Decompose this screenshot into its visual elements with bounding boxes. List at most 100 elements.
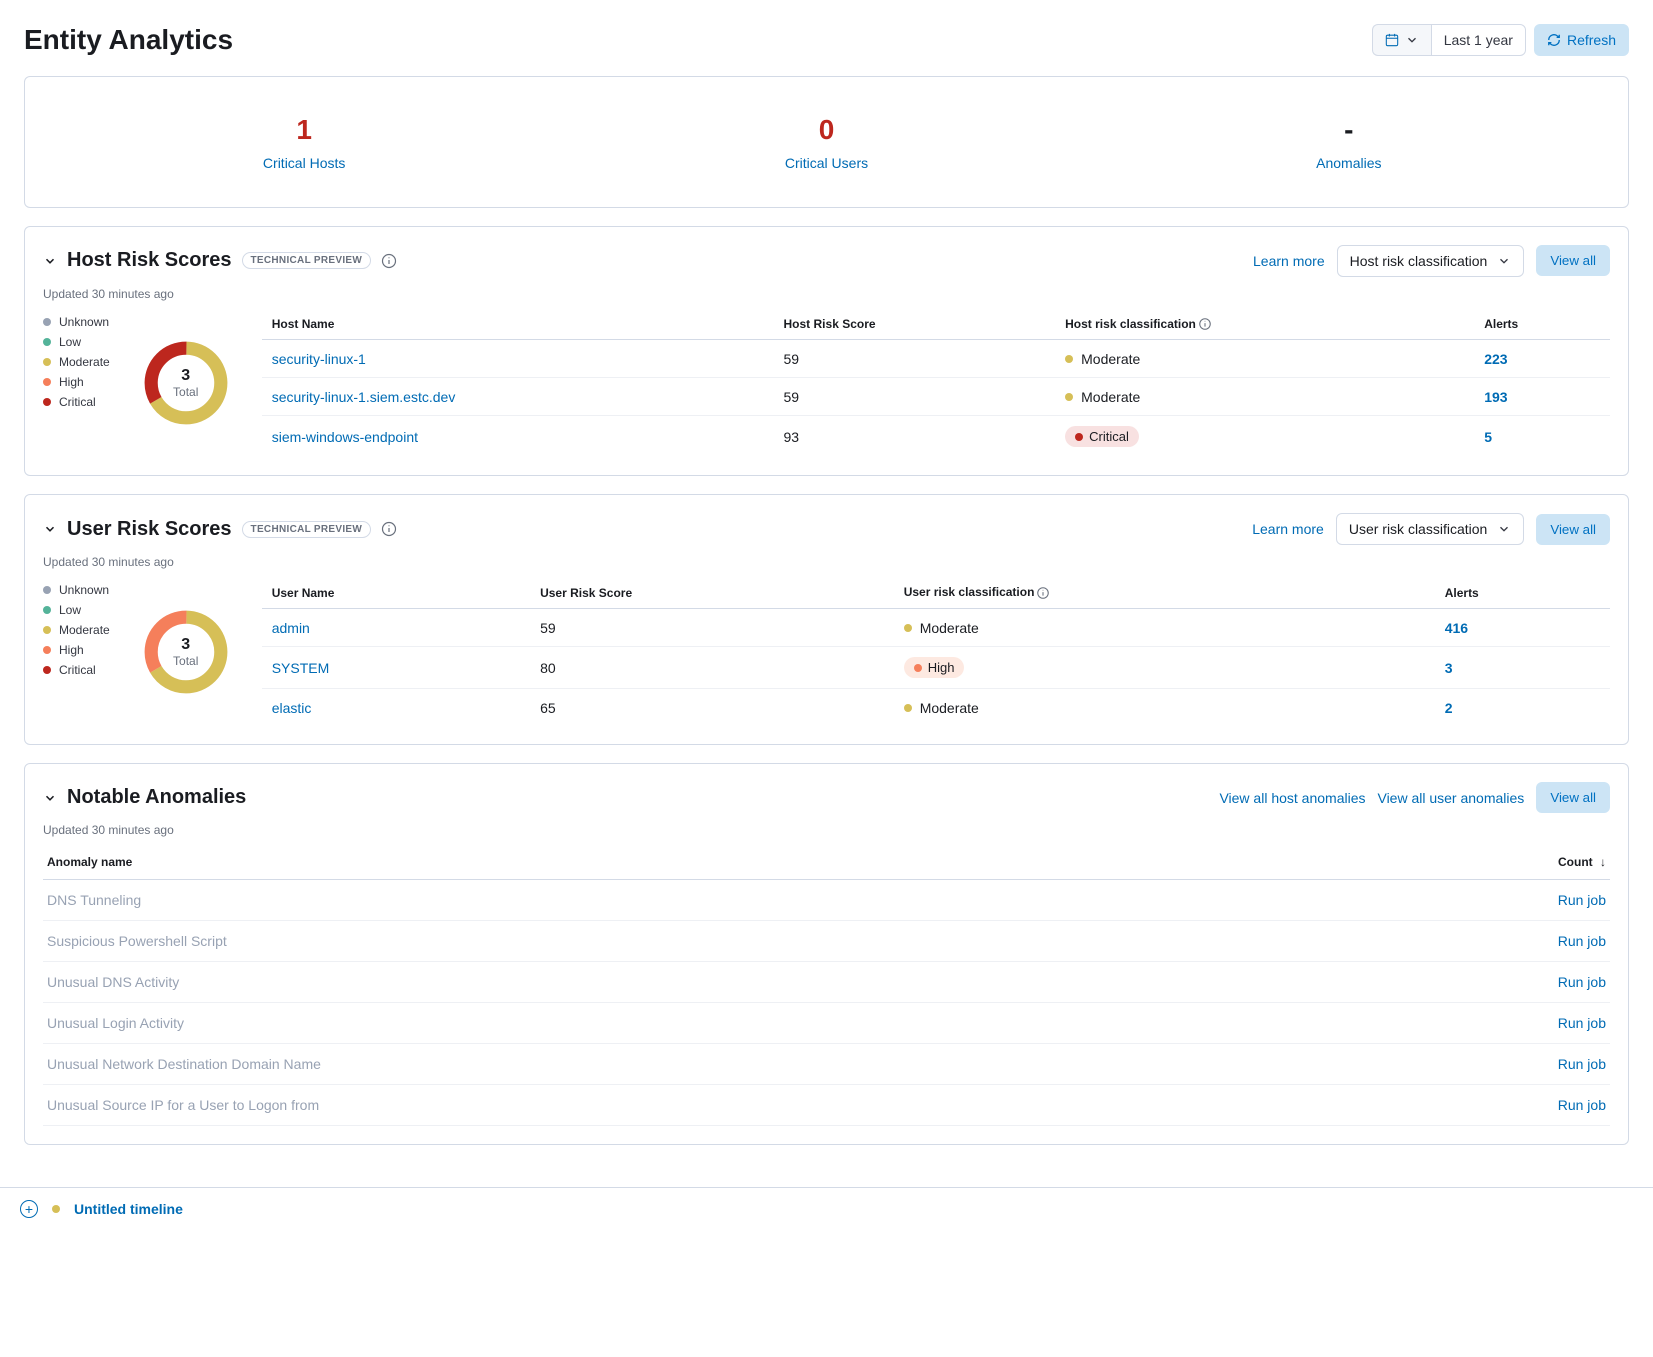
table-row: Unusual Login ActivityRun job bbox=[43, 1003, 1610, 1044]
legend-dot bbox=[43, 378, 51, 386]
run-job-link[interactable]: Run job bbox=[1558, 933, 1606, 949]
info-icon[interactable] bbox=[1198, 317, 1212, 331]
kpi-value: 1 bbox=[43, 113, 565, 147]
collapse-toggle[interactable] bbox=[43, 791, 57, 805]
kpi-critical-hosts-link[interactable]: Critical Hosts bbox=[43, 155, 565, 171]
alerts-cell: 2 bbox=[1435, 689, 1610, 727]
entity-name-link[interactable]: siem-windows-endpoint bbox=[262, 416, 774, 458]
run-job-link[interactable]: Run job bbox=[1558, 1015, 1606, 1031]
legend-item[interactable]: Low bbox=[43, 603, 110, 617]
legend-dot bbox=[43, 626, 51, 634]
entity-name-link[interactable]: security-linux-1 bbox=[262, 340, 774, 378]
view-host-anomalies-link[interactable]: View all host anomalies bbox=[1219, 790, 1365, 806]
entity-name-link[interactable]: elastic bbox=[262, 689, 530, 727]
view-all-button[interactable]: View all bbox=[1536, 245, 1610, 276]
legend-item[interactable]: Unknown bbox=[43, 315, 110, 329]
run-job-link[interactable]: Run job bbox=[1558, 974, 1606, 990]
view-user-anomalies-link[interactable]: View all user anomalies bbox=[1377, 790, 1524, 806]
date-range-label[interactable]: Last 1 year bbox=[1431, 24, 1526, 56]
table-row: Unusual DNS ActivityRun job bbox=[43, 962, 1610, 1003]
col-host-class[interactable]: Host risk classification bbox=[1055, 309, 1474, 340]
kpi-anomalies-link[interactable]: Anomalies bbox=[1088, 155, 1610, 171]
legend-label: Unknown bbox=[59, 315, 109, 329]
section-header: Notable Anomalies View all host anomalie… bbox=[43, 782, 1610, 813]
chevron-down-icon bbox=[1497, 254, 1511, 268]
alerts-link[interactable]: 416 bbox=[1445, 620, 1468, 636]
run-job-link[interactable]: Run job bbox=[1558, 1056, 1606, 1072]
col-host-score[interactable]: Host Risk Score bbox=[774, 309, 1056, 340]
classification-badge: Moderate bbox=[904, 700, 979, 716]
donut-total: 3 bbox=[173, 636, 198, 654]
col-host-alerts[interactable]: Alerts bbox=[1474, 309, 1610, 340]
table-row: siem-windows-endpoint93Critical5 bbox=[262, 416, 1610, 458]
kpi-critical-users-link[interactable]: Critical Users bbox=[565, 155, 1087, 171]
view-all-button[interactable]: View all bbox=[1536, 782, 1610, 813]
legend-item[interactable]: Low bbox=[43, 335, 110, 349]
info-icon[interactable] bbox=[381, 253, 397, 269]
date-range-calendar-button[interactable] bbox=[1372, 24, 1431, 56]
page-header: Entity Analytics Last 1 year Refresh bbox=[24, 24, 1629, 56]
alerts-cell: 223 bbox=[1474, 340, 1610, 378]
host-risk-title: Host Risk Scores bbox=[67, 249, 232, 272]
collapse-toggle[interactable] bbox=[43, 522, 57, 536]
col-anomaly-name[interactable]: Anomaly name bbox=[43, 845, 1349, 880]
col-anomaly-count[interactable]: Count ↓ bbox=[1349, 845, 1610, 880]
legend-dot bbox=[43, 318, 51, 326]
user-classification-select[interactable]: User risk classification bbox=[1336, 513, 1524, 545]
classification-badge: Critical bbox=[1065, 426, 1139, 447]
legend: Unknown Low Moderate High Critical bbox=[43, 577, 110, 726]
alerts-link[interactable]: 193 bbox=[1484, 389, 1507, 405]
risk-score-cell: 59 bbox=[530, 609, 894, 647]
col-host-name[interactable]: Host Name bbox=[262, 309, 774, 340]
legend-item[interactable]: Moderate bbox=[43, 623, 110, 637]
col-user-class[interactable]: User risk classification bbox=[894, 577, 1435, 608]
anomaly-name-cell: DNS Tunneling bbox=[43, 880, 1349, 921]
legend-item[interactable]: Moderate bbox=[43, 355, 110, 369]
col-user-alerts[interactable]: Alerts bbox=[1435, 577, 1610, 608]
run-job-link[interactable]: Run job bbox=[1558, 1097, 1606, 1113]
chevron-down-icon bbox=[43, 254, 57, 268]
run-job-link[interactable]: Run job bbox=[1558, 892, 1606, 908]
entity-name-link[interactable]: admin bbox=[262, 609, 530, 647]
host-risk-donut: 3 Total bbox=[140, 309, 232, 458]
info-icon[interactable] bbox=[381, 521, 397, 537]
legend-label: Unknown bbox=[59, 583, 109, 597]
alerts-link[interactable]: 223 bbox=[1484, 351, 1507, 367]
table-row: admin59Moderate416 bbox=[262, 609, 1610, 647]
timeline-link[interactable]: Untitled timeline bbox=[74, 1201, 183, 1217]
legend-dot bbox=[43, 586, 51, 594]
add-timeline-button[interactable]: + bbox=[20, 1200, 38, 1218]
col-user-score[interactable]: User Risk Score bbox=[530, 577, 894, 608]
host-classification-select[interactable]: Host risk classification bbox=[1337, 245, 1525, 277]
info-icon[interactable] bbox=[1036, 586, 1050, 600]
sort-descending-icon: ↓ bbox=[1600, 855, 1606, 869]
alerts-link[interactable]: 3 bbox=[1445, 660, 1453, 676]
updated-text: Updated 30 minutes ago bbox=[43, 555, 1610, 569]
host-risk-panel: Host Risk Scores TECHNICAL PREVIEW Learn… bbox=[24, 226, 1629, 477]
entity-name-link[interactable]: security-linux-1.siem.estc.dev bbox=[262, 378, 774, 416]
run-job-cell: Run job bbox=[1349, 1003, 1610, 1044]
alerts-link[interactable]: 5 bbox=[1484, 429, 1492, 445]
table-row: Unusual Source IP for a User to Logon fr… bbox=[43, 1085, 1610, 1126]
anomaly-name-cell: Unusual Network Destination Domain Name bbox=[43, 1044, 1349, 1085]
legend-item[interactable]: Critical bbox=[43, 395, 110, 409]
anomaly-name-cell: Unusual Source IP for a User to Logon fr… bbox=[43, 1085, 1349, 1126]
legend-dot bbox=[43, 338, 51, 346]
refresh-button[interactable]: Refresh bbox=[1534, 24, 1629, 56]
legend-item[interactable]: High bbox=[43, 643, 110, 657]
donut-label: Total bbox=[173, 654, 198, 668]
collapse-toggle[interactable] bbox=[43, 254, 57, 268]
date-range-picker[interactable]: Last 1 year bbox=[1372, 24, 1526, 56]
legend-label: Moderate bbox=[59, 623, 110, 637]
col-user-name[interactable]: User Name bbox=[262, 577, 530, 608]
refresh-icon bbox=[1547, 33, 1561, 47]
header-controls: Last 1 year Refresh bbox=[1372, 24, 1629, 56]
legend-item[interactable]: Critical bbox=[43, 663, 110, 677]
legend-item[interactable]: Unknown bbox=[43, 583, 110, 597]
learn-more-link[interactable]: Learn more bbox=[1253, 253, 1325, 269]
alerts-link[interactable]: 2 bbox=[1445, 700, 1453, 716]
learn-more-link[interactable]: Learn more bbox=[1252, 521, 1324, 537]
entity-name-link[interactable]: SYSTEM bbox=[262, 647, 530, 689]
legend-item[interactable]: High bbox=[43, 375, 110, 389]
view-all-button[interactable]: View all bbox=[1536, 514, 1610, 545]
